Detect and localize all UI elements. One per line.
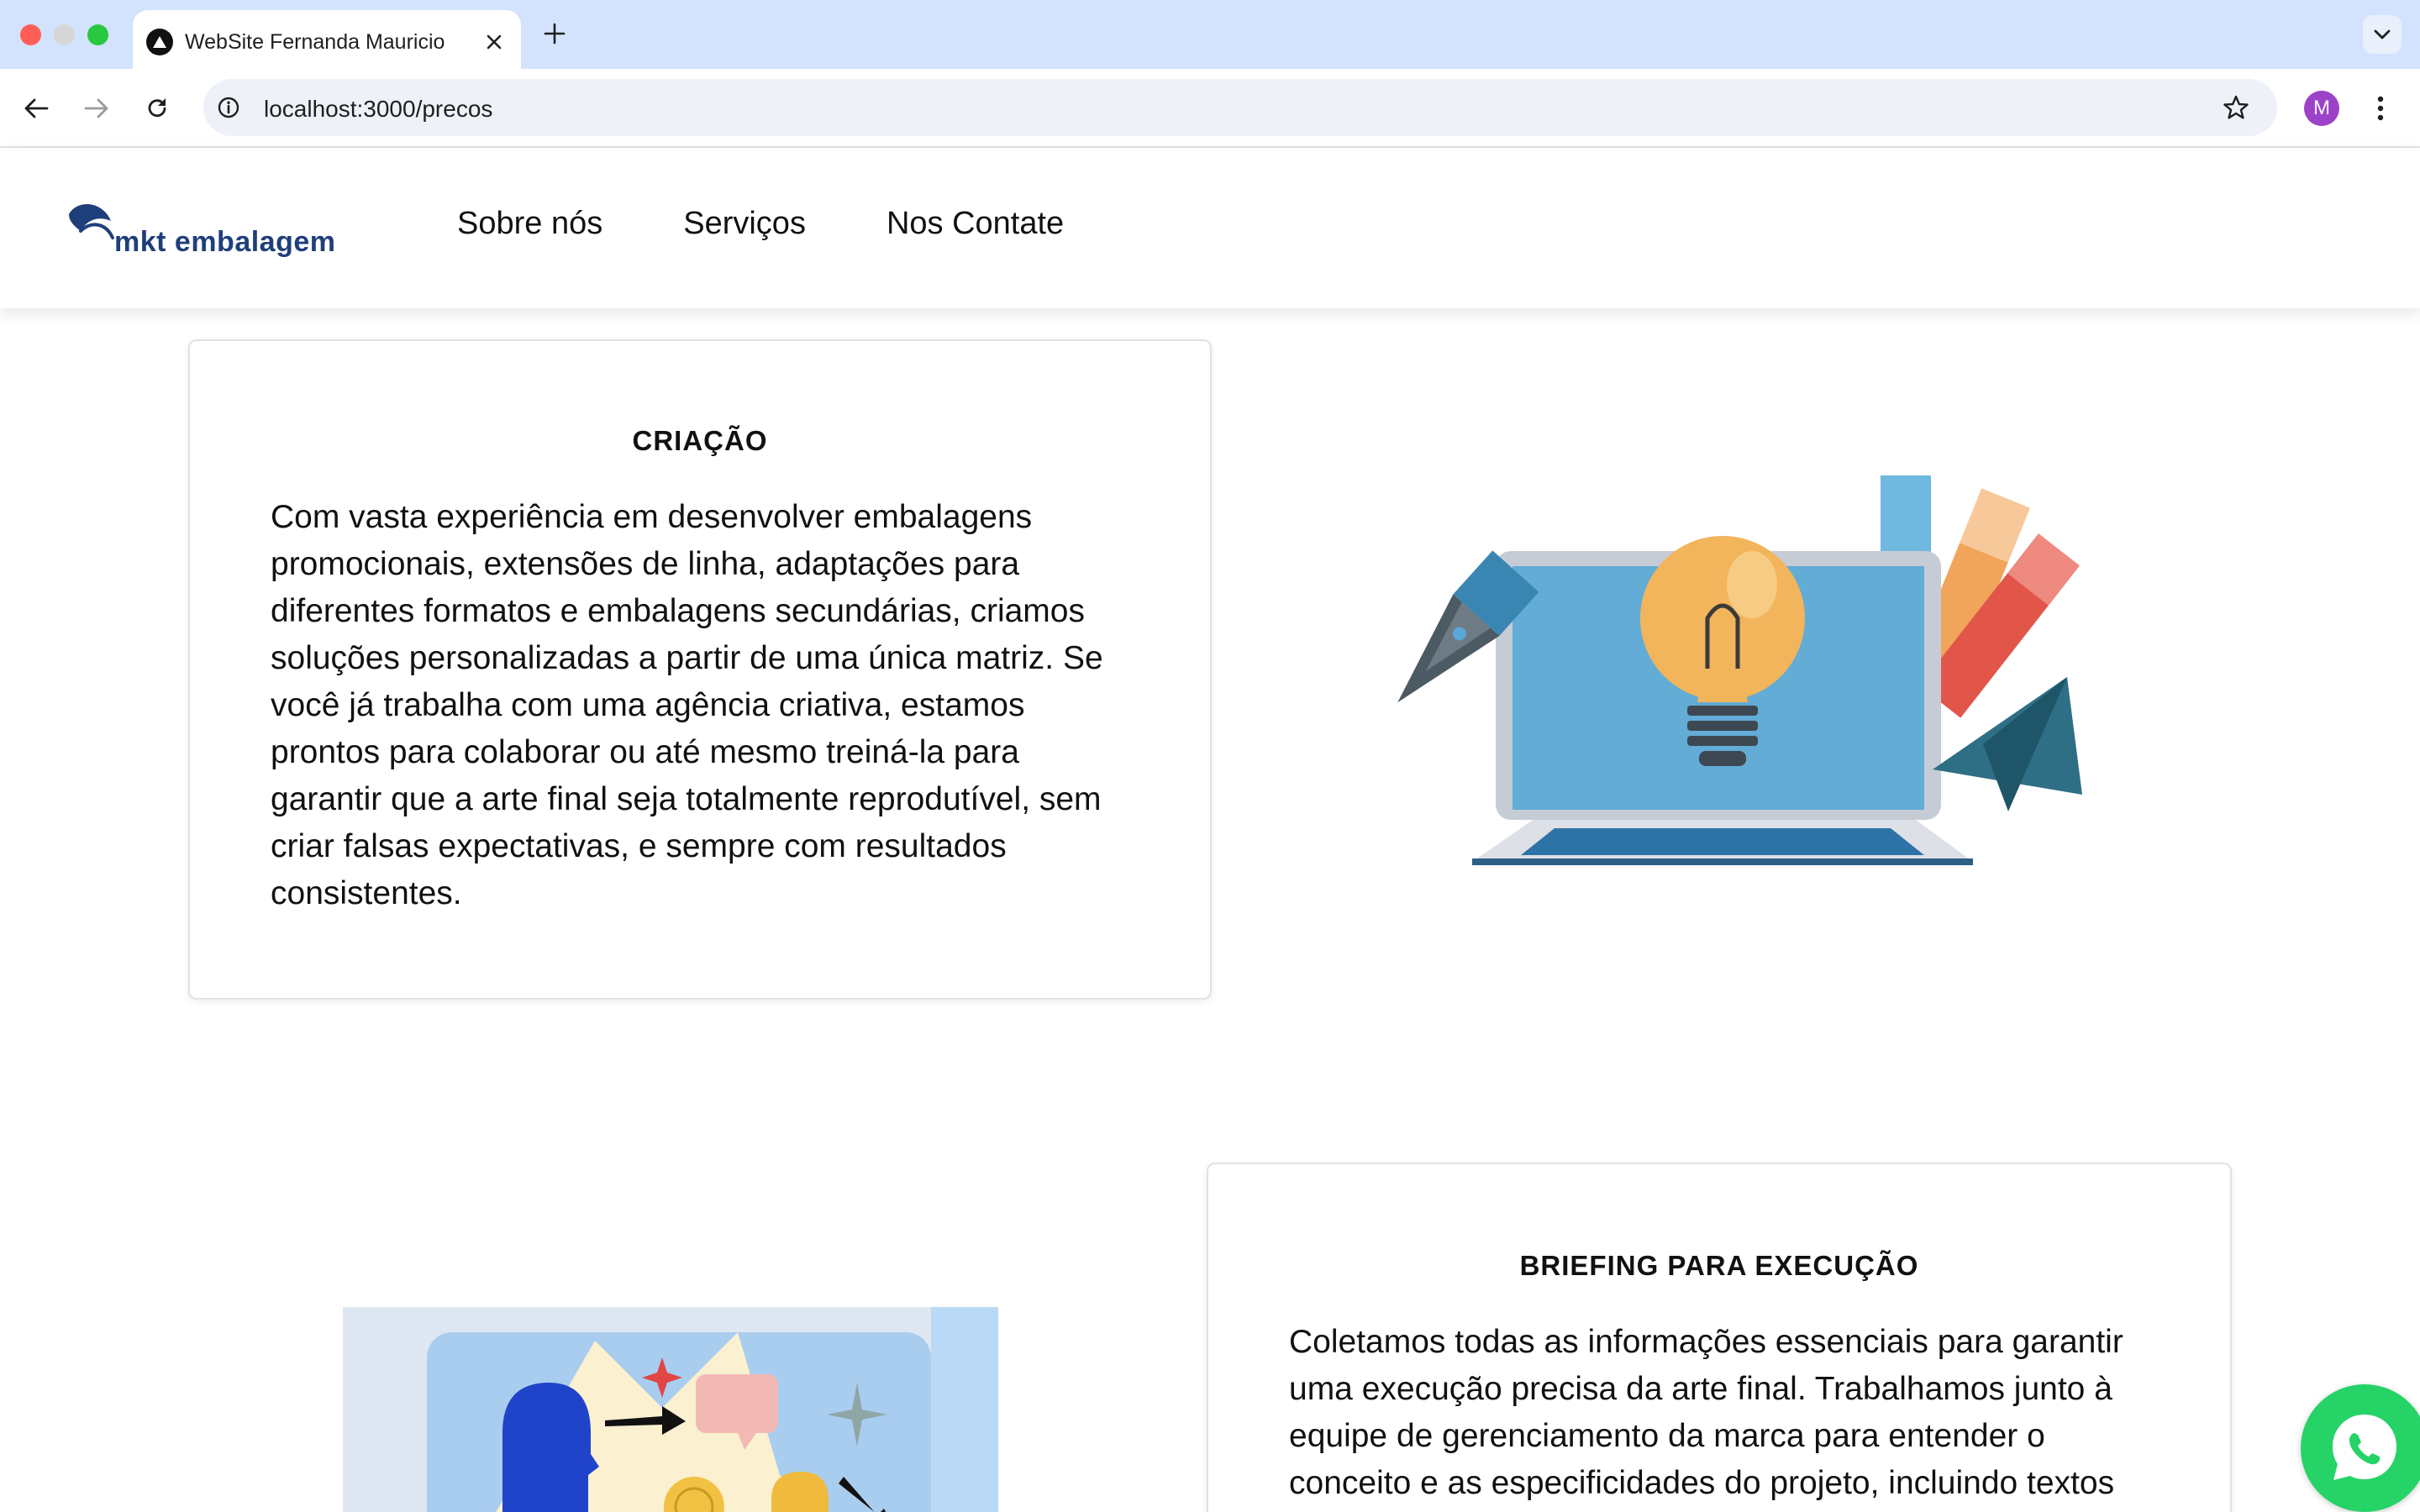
tab-title: WebSite Fernanda Mauricio: [185, 30, 445, 54]
section-title: BRIEFING PARA EXECUÇÃO: [1519, 1250, 1919, 1281]
triangle-favicon-icon: [146, 29, 173, 55]
window-minimize-button[interactable]: [54, 24, 75, 45]
main-nav: Sobre nós Serviços Nos Contate: [457, 206, 1064, 242]
section-text: Coletamos todas as informações essenciai…: [1289, 1324, 2123, 1501]
reload-icon[interactable]: [138, 89, 176, 128]
window-close-button[interactable]: [20, 24, 41, 45]
creative-ideas-illustration: [343, 1307, 998, 1512]
browser-tab-bar: WebSite Fernanda Mauricio: [0, 0, 2420, 69]
url-text[interactable]: localhost:3000/precos: [264, 96, 492, 123]
whatsapp-icon: [2333, 1415, 2396, 1480]
window-maximize-button[interactable]: [87, 24, 108, 45]
site-header: mkt embalagem Sobre nós Serviços Nos Con…: [0, 149, 2420, 308]
browser-toolbar: localhost:3000/precos M: [0, 69, 2420, 148]
nav-link-servicos[interactable]: Serviços: [683, 206, 806, 242]
section-card-briefing: BRIEFING PARA EXECUÇÃO Coletamos todas a…: [1207, 1163, 2232, 1512]
nav-link-nos-contate[interactable]: Nos Contate: [886, 206, 1064, 242]
new-tab-plus-icon[interactable]: [538, 17, 571, 50]
bookmark-star-icon[interactable]: [2220, 92, 2252, 123]
back-arrow-icon[interactable]: [17, 89, 55, 128]
nav-link-sobre-nos[interactable]: Sobre nós: [457, 206, 602, 242]
site-info-icon[interactable]: [215, 94, 242, 121]
tab-search-chevron-down-icon[interactable]: [2363, 15, 2402, 54]
site-logo[interactable]: mkt embalagem: [66, 196, 343, 258]
profile-avatar[interactable]: M: [2304, 91, 2339, 126]
tab-close-icon[interactable]: [479, 27, 509, 57]
whatsapp-chat-button[interactable]: [2301, 1384, 2420, 1512]
browser-tab-active[interactable]: WebSite Fernanda Mauricio: [133, 10, 521, 69]
laptop-lightbulb-illustration: [1395, 467, 2101, 879]
browser-menu-dots-icon[interactable]: [2368, 91, 2393, 126]
section-text: Com vasta experiência em desenvolver emb…: [271, 499, 1103, 911]
address-bar[interactable]: localhost:3000/precos: [203, 79, 2277, 136]
section-card-criacao: CRIAÇÃO Com vasta experiência em desenvo…: [188, 339, 1212, 1000]
section-title: CRIAÇÃO: [632, 425, 768, 456]
logo-text: mkt embalagem: [114, 226, 336, 258]
forward-arrow-icon[interactable]: [77, 89, 116, 128]
